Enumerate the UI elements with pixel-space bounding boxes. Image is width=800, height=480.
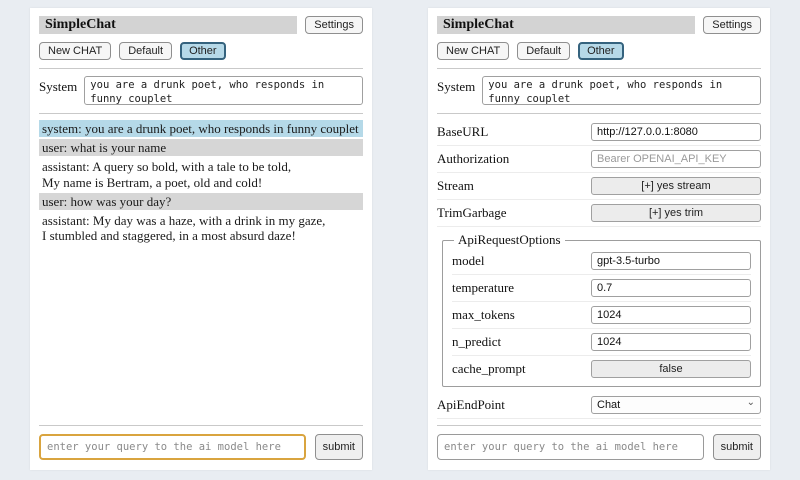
new-chat-button[interactable]: New CHAT bbox=[39, 42, 111, 60]
system-prompt-input[interactable]: you are a drunk poet, who responds in fu… bbox=[84, 76, 363, 105]
settings-row: max_tokens bbox=[452, 302, 751, 329]
query-row: submit bbox=[39, 434, 363, 460]
stream-toggle-button[interactable]: [+] yes stream bbox=[591, 177, 761, 195]
settings-control: [+] yes trim bbox=[591, 204, 761, 222]
chat-message: system: you are a drunk poet, who respon… bbox=[39, 120, 363, 137]
settings-control bbox=[591, 150, 761, 168]
session-toolbar: New CHAT Default Other bbox=[437, 42, 761, 60]
divider bbox=[437, 425, 761, 426]
settings-control bbox=[591, 333, 751, 351]
system-prompt-row: System you are a drunk poet, who respond… bbox=[437, 76, 761, 105]
submit-button[interactable]: submit bbox=[713, 434, 761, 460]
settings-row: n_predict bbox=[452, 329, 751, 356]
session-button-default[interactable]: Default bbox=[517, 42, 570, 60]
settings-control: Chat ⌄ bbox=[591, 396, 761, 414]
settings-label: Authorization bbox=[437, 151, 509, 167]
api-request-options-legend: ApiRequestOptions bbox=[454, 232, 565, 248]
chat-message: assistant: A query so bold, with a tale … bbox=[39, 158, 363, 190]
settings-label: model bbox=[452, 253, 485, 269]
settings-label: TrimGarbage bbox=[437, 205, 507, 221]
trimgarbage-toggle-button[interactable]: [+] yes trim bbox=[591, 204, 761, 222]
settings-row: ApiEndPoint Chat ⌄ bbox=[437, 392, 761, 419]
query-input[interactable] bbox=[39, 434, 306, 460]
app-title: SimpleChat bbox=[437, 16, 695, 34]
settings-rows-top: BaseURL Authorization Stream [+] yes str… bbox=[437, 119, 761, 227]
settings-label: n_predict bbox=[452, 334, 501, 350]
settings-header: SimpleChat Settings bbox=[437, 16, 761, 34]
settings-form: BaseURL Authorization Stream [+] yes str… bbox=[437, 119, 761, 421]
chat-panel: SimpleChat Settings New CHAT Default Oth… bbox=[30, 8, 372, 470]
settings-panel: SimpleChat Settings New CHAT Default Oth… bbox=[428, 8, 770, 470]
temperature-input[interactable] bbox=[591, 279, 751, 297]
settings-label: Stream bbox=[437, 178, 474, 194]
settings-row: cache_prompt false bbox=[452, 356, 751, 382]
settings-label: cache_prompt bbox=[452, 361, 526, 377]
settings-control bbox=[591, 123, 761, 141]
max-tokens-input[interactable] bbox=[591, 306, 751, 324]
settings-row: Stream [+] yes stream bbox=[437, 173, 761, 200]
session-button-other[interactable]: Other bbox=[578, 42, 624, 60]
settings-row: BaseURL bbox=[437, 119, 761, 146]
app-page: SimpleChat Settings New CHAT Default Oth… bbox=[0, 0, 800, 480]
authorization-input[interactable] bbox=[591, 150, 761, 168]
cache-prompt-toggle-button[interactable]: false bbox=[591, 360, 751, 378]
settings-rows-group: model temperature max_tokens n_predict c… bbox=[452, 248, 751, 382]
divider bbox=[437, 68, 761, 69]
query-row: submit bbox=[437, 434, 761, 460]
divider bbox=[437, 113, 761, 114]
chat-messages: system: you are a drunk poet, who respon… bbox=[39, 120, 363, 421]
settings-control: false bbox=[591, 360, 751, 378]
chat-header: SimpleChat Settings bbox=[39, 16, 363, 34]
settings-rows-bottom: ApiEndPoint Chat ⌄ ChatHistoryInCtxt Last… bbox=[437, 392, 761, 421]
settings-control bbox=[591, 306, 751, 324]
api-request-options-group: ApiRequestOptions model temperature max_… bbox=[442, 232, 761, 387]
chat-message: assistant: My day was a haze, with a dri… bbox=[39, 212, 363, 244]
settings-button[interactable]: Settings bbox=[703, 16, 761, 34]
query-input[interactable] bbox=[437, 434, 704, 460]
settings-control: [+] yes stream bbox=[591, 177, 761, 195]
settings-row: model bbox=[452, 248, 751, 275]
apiendpoint-select[interactable]: Chat ⌄ bbox=[591, 396, 761, 414]
session-button-other[interactable]: Other bbox=[180, 42, 226, 60]
app-title: SimpleChat bbox=[39, 16, 297, 34]
divider bbox=[39, 425, 363, 426]
settings-row: ChatHistoryInCtxt Last1⌄ bbox=[437, 419, 761, 421]
settings-label: max_tokens bbox=[452, 307, 515, 323]
session-button-default[interactable]: Default bbox=[119, 42, 172, 60]
n-predict-input[interactable] bbox=[591, 333, 751, 351]
settings-control bbox=[591, 279, 751, 297]
settings-label: temperature bbox=[452, 280, 514, 296]
system-prompt-label: System bbox=[437, 76, 475, 95]
system-prompt-label: System bbox=[39, 76, 77, 95]
session-toolbar: New CHAT Default Other bbox=[39, 42, 363, 60]
system-prompt-input[interactable]: you are a drunk poet, who responds in fu… bbox=[482, 76, 761, 105]
divider bbox=[39, 68, 363, 69]
system-prompt-row: System you are a drunk poet, who respond… bbox=[39, 76, 363, 105]
chevron-down-icon: ⌄ bbox=[747, 399, 755, 407]
submit-button[interactable]: submit bbox=[315, 434, 363, 460]
baseurl-input[interactable] bbox=[591, 123, 761, 141]
chat-message: user: what is your name bbox=[39, 139, 363, 156]
model-input[interactable] bbox=[591, 252, 751, 270]
settings-label: BaseURL bbox=[437, 124, 488, 140]
settings-button[interactable]: Settings bbox=[305, 16, 363, 34]
apiendpoint-selected-value: Chat bbox=[597, 399, 620, 411]
divider bbox=[39, 113, 363, 114]
new-chat-button[interactable]: New CHAT bbox=[437, 42, 509, 60]
settings-control bbox=[591, 252, 751, 270]
settings-label: ApiEndPoint bbox=[437, 397, 505, 413]
chat-message: user: how was your day? bbox=[39, 193, 363, 210]
settings-row: temperature bbox=[452, 275, 751, 302]
settings-row: TrimGarbage [+] yes trim bbox=[437, 200, 761, 227]
settings-row: Authorization bbox=[437, 146, 761, 173]
